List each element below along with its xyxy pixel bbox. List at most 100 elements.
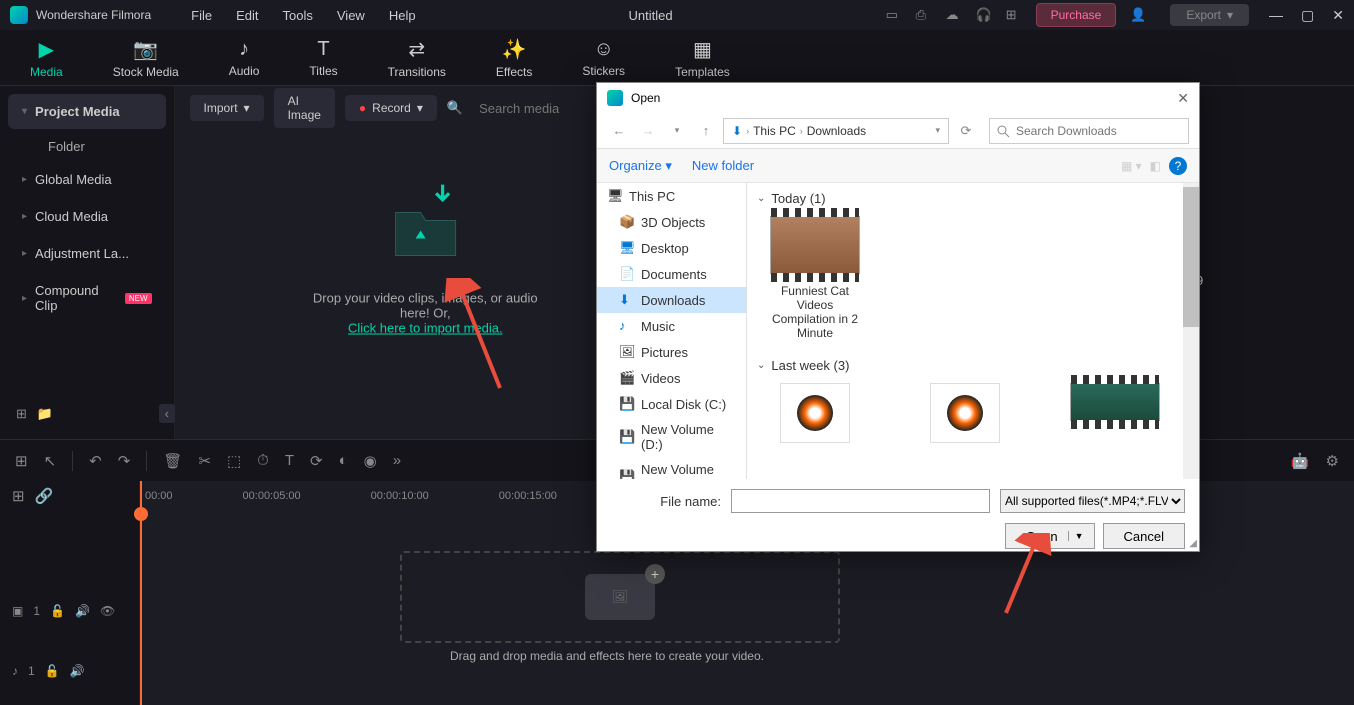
nav-audio[interactable]: ♪Audio — [229, 38, 260, 78]
cursor-icon[interactable]: ↖ — [44, 452, 57, 470]
save-icon[interactable]: ⎙ — [916, 7, 932, 23]
address-bar[interactable]: ⬇ › This PC › Downloads ▾ — [723, 118, 949, 144]
user-icon[interactable]: 👤 — [1130, 7, 1146, 23]
tree-downloads[interactable]: ⬇Downloads — [597, 287, 746, 313]
cloud-icon[interactable]: ☁ — [946, 7, 962, 23]
file-list[interactable]: ⌄Today (1) Funniest Cat Videos Compilati… — [747, 183, 1199, 479]
file-item[interactable] — [765, 383, 865, 443]
lock-icon[interactable]: 🔓 — [45, 664, 60, 678]
view-mode-button[interactable]: ▦ ▾ — [1121, 159, 1142, 173]
open-button[interactable]: Open▼ — [1005, 523, 1095, 549]
settings-icon[interactable]: ⚙ — [1326, 452, 1339, 470]
lock-icon[interactable]: 🔓 — [50, 604, 65, 618]
chevron-down-icon[interactable]: ▾ — [935, 125, 940, 136]
tree-documents[interactable]: 📄Documents — [597, 261, 746, 287]
record-button[interactable]: ●Record▾ — [345, 95, 437, 121]
audio-track-header[interactable]: ♪1 🔓 🔊 — [0, 641, 139, 701]
nav-stock-media[interactable]: 📷Stock Media — [113, 37, 179, 79]
menu-edit[interactable]: Edit — [236, 8, 258, 23]
color-icon[interactable]: ◐ — [339, 452, 348, 469]
headphones-icon[interactable]: 🎧 — [976, 7, 992, 23]
sidebar-item-adjustment[interactable]: ▸Adjustment La... — [8, 236, 166, 271]
nav-transitions[interactable]: ⇄Transitions — [388, 37, 446, 79]
undo-icon[interactable]: ↶ — [89, 452, 102, 470]
purchase-button[interactable]: Purchase — [1036, 3, 1117, 27]
resize-grip-icon[interactable]: ◢ — [1189, 538, 1197, 549]
sidebar-item-compound[interactable]: ▸Compound ClipNEW — [8, 273, 166, 323]
ai-icon[interactable]: 🤖 — [1291, 452, 1310, 470]
tree-volume-e[interactable]: 💾New Volume (E:) — [597, 457, 746, 479]
menu-help[interactable]: Help — [389, 8, 416, 23]
new-folder-button[interactable]: New folder — [692, 158, 754, 173]
apps-icon[interactable]: ⊞ — [1006, 7, 1022, 23]
organize-button[interactable]: Organize ▾ — [609, 158, 672, 174]
tree-volume-d[interactable]: 💾New Volume (D:) — [597, 417, 746, 457]
mute-icon[interactable]: 🔊 — [70, 664, 85, 678]
filename-input[interactable] — [731, 489, 990, 513]
refresh-button[interactable]: ⟳ — [954, 119, 978, 143]
export-button[interactable]: Export▾ — [1170, 4, 1249, 26]
adjust-icon[interactable]: ◉ — [364, 452, 377, 470]
text-icon[interactable]: T — [285, 452, 294, 469]
import-link[interactable]: Click here to import media. — [300, 320, 551, 335]
menu-view[interactable]: View — [337, 8, 365, 23]
cut-icon[interactable]: ✂ — [198, 452, 211, 470]
nav-titles[interactable]: TTitles — [309, 38, 337, 78]
import-button[interactable]: Import▾ — [190, 95, 264, 121]
tree-desktop[interactable]: 🖥Desktop — [597, 235, 746, 261]
chevron-down-icon[interactable]: ▼ — [1068, 531, 1090, 541]
ai-image-button[interactable]: AI Image — [274, 88, 335, 128]
group-last-week[interactable]: ⌄Last week (3) — [757, 354, 1189, 377]
recent-button[interactable]: ▾ — [665, 119, 689, 143]
add-track-icon[interactable]: ⊞ — [12, 487, 25, 505]
close-icon[interactable]: ✕ — [1332, 7, 1344, 24]
nav-templates[interactable]: ▦Templates — [675, 37, 730, 79]
sidebar-item-global-media[interactable]: ▸Global Media — [8, 162, 166, 197]
minimize-icon[interactable]: — — [1269, 7, 1283, 24]
back-button[interactable]: ← — [607, 119, 631, 143]
file-item[interactable] — [915, 383, 1015, 443]
tree-local-disk[interactable]: 💾Local Disk (C:) — [597, 391, 746, 417]
mute-icon[interactable]: 🔊 — [75, 604, 90, 618]
up-button[interactable]: ↑ — [694, 119, 718, 143]
menu-file[interactable]: File — [191, 8, 212, 23]
timeline-drop-zone[interactable]: 🖼+ — [400, 551, 840, 643]
rotate-icon[interactable]: ⟳ — [310, 452, 323, 470]
cancel-button[interactable]: Cancel — [1103, 523, 1185, 549]
tree-pictures[interactable]: 🖼Pictures — [597, 339, 746, 365]
add-folder-icon[interactable]: ⊞ — [16, 406, 27, 422]
dialog-search-input[interactable] — [989, 118, 1189, 144]
grid-icon[interactable]: ⊞ — [15, 452, 28, 470]
nav-media[interactable]: ▶Media — [30, 37, 63, 79]
tree-this-pc[interactable]: 🖥This PC — [597, 183, 746, 209]
link-icon[interactable]: 🔗 — [35, 487, 54, 505]
tree-3d-objects[interactable]: 📦3D Objects — [597, 209, 746, 235]
sidebar-item-cloud-media[interactable]: ▸Cloud Media — [8, 199, 166, 234]
delete-icon[interactable]: 🗑 — [163, 452, 182, 470]
scrollbar[interactable] — [1183, 183, 1199, 479]
nav-stickers[interactable]: ☺Stickers — [582, 38, 625, 78]
nav-effects[interactable]: ✨Effects — [496, 37, 532, 79]
file-item-cat-video[interactable]: Funniest Cat Videos Compilation in 2 Min… — [765, 216, 865, 340]
maximize-icon[interactable]: ▢ — [1301, 7, 1314, 24]
more-icon[interactable]: » — [393, 452, 401, 469]
dialog-close-button[interactable]: ✕ — [1177, 90, 1189, 107]
menu-tools[interactable]: Tools — [283, 8, 313, 23]
forward-button[interactable]: → — [636, 119, 660, 143]
file-filter-select[interactable]: All supported files(*.MP4;*.FLV; — [1000, 489, 1185, 513]
eye-icon[interactable]: 👁 — [100, 604, 115, 618]
playhead[interactable] — [140, 481, 142, 705]
speed-icon[interactable]: ⏱ — [257, 452, 269, 469]
file-item[interactable] — [1065, 383, 1165, 443]
video-track-header[interactable]: ▣1 🔓 🔊 👁 — [0, 581, 139, 641]
redo-icon[interactable]: ↷ — [118, 452, 131, 470]
preview-pane-button[interactable]: ◧ — [1150, 159, 1161, 173]
tree-videos[interactable]: 🎬Videos — [597, 365, 746, 391]
folder-icon[interactable]: 📁 — [37, 406, 53, 422]
device-icon[interactable]: ▭ — [886, 7, 902, 23]
drop-area[interactable]: Drop your video clips, images, or audio … — [300, 190, 551, 335]
help-button[interactable]: ? — [1169, 157, 1187, 175]
collapse-icon[interactable]: ‹ — [159, 404, 175, 423]
sidebar-item-project-media[interactable]: ▾Project Media — [8, 94, 166, 129]
sidebar-item-folder[interactable]: Folder — [8, 131, 166, 162]
